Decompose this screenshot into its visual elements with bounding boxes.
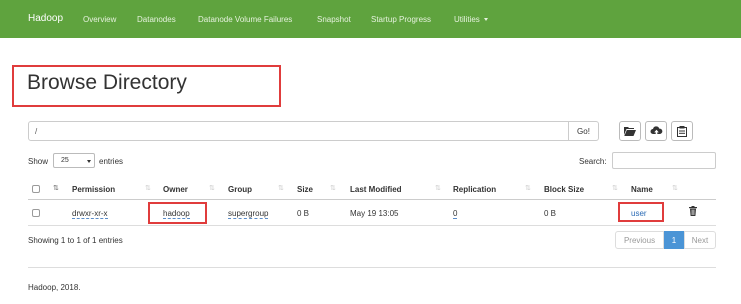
nav-utilities-dropdown[interactable]: Utilities [454, 15, 488, 24]
header-name[interactable]: Name [631, 185, 653, 194]
name-highlight-box [618, 202, 664, 222]
sort-icon: ⇅ [672, 185, 678, 192]
sort-icon: ⇅ [209, 185, 215, 192]
search-input[interactable] [612, 152, 716, 169]
nav-datanodes[interactable]: Datanodes [137, 15, 176, 24]
caret-down-icon [483, 18, 488, 22]
brand-link[interactable]: Hadoop [28, 13, 63, 24]
cell-replication[interactable]: 0 [453, 209, 458, 219]
table-info: Showing 1 to 1 of 1 entries [28, 236, 123, 245]
show-label: Show [28, 157, 49, 166]
footer-text: Hadoop, 2018. [28, 283, 81, 292]
sort-icon: ⇅ [525, 185, 531, 192]
entries-label: entries [99, 157, 124, 166]
header-block-size[interactable]: Block Size [544, 185, 584, 194]
sort-icon: ⇅ [145, 185, 151, 192]
nav-snapshot[interactable]: Snapshot [317, 15, 351, 24]
folder-open-icon [624, 127, 636, 136]
cell-group[interactable]: supergroup [228, 209, 269, 219]
page-title: Browse Directory [27, 71, 187, 94]
create-directory-button[interactable] [619, 121, 641, 141]
trash-icon [689, 206, 697, 216]
page-size-value: 25 [61, 157, 69, 164]
header-last-modified[interactable]: Last Modified [350, 185, 402, 194]
nav-utilities-label: Utilities [454, 15, 480, 24]
cut-paste-button[interactable] [671, 121, 693, 141]
sort-icon: ⇅ [330, 185, 336, 192]
go-button[interactable]: Go! [568, 121, 599, 141]
sort-icon: ⇅ [435, 185, 441, 192]
nav-startup-progress[interactable]: Startup Progress [371, 15, 431, 24]
cloud-upload-icon [650, 125, 662, 136]
header-replication[interactable]: Replication [453, 185, 496, 194]
sort-icon: ⇅ [612, 185, 618, 192]
path-input[interactable] [28, 121, 569, 141]
pagination-previous[interactable]: Previous [615, 231, 664, 249]
header-permission[interactable]: Permission [72, 185, 115, 194]
select-all-checkbox[interactable] [32, 185, 40, 193]
sort-icon: ⇅ [278, 185, 284, 192]
owner-highlight-box [148, 202, 207, 224]
search-label: Search: [579, 157, 607, 166]
cell-block-size: 0 B [544, 209, 557, 218]
pagination-page-1[interactable]: 1 [664, 231, 684, 249]
table-bottom-divider [28, 225, 716, 226]
delete-button[interactable] [689, 206, 697, 218]
select-arrow-icon [87, 160, 91, 163]
clipboard-icon [677, 125, 687, 137]
nav-overview[interactable]: Overview [83, 15, 116, 24]
cell-permission[interactable]: drwxr-xr-x [72, 209, 108, 219]
sort-icon[interactable]: ⇅ [53, 184, 59, 192]
table-header-divider [28, 199, 716, 200]
upload-button[interactable] [645, 121, 667, 141]
page-size-select[interactable]: 25 [53, 153, 95, 168]
top-navbar: Hadoop Overview Datanodes Datanode Volum… [0, 0, 741, 38]
footer-divider [28, 267, 716, 268]
cell-size: 0 B [297, 209, 310, 218]
row-checkbox[interactable] [32, 209, 40, 217]
nav-volume-failures[interactable]: Datanode Volume Failures [198, 15, 292, 24]
header-owner[interactable]: Owner [163, 185, 188, 194]
header-size[interactable]: Size [297, 185, 313, 194]
pagination-next[interactable]: Next [684, 231, 716, 249]
cell-last-modified: May 19 13:05 [350, 209, 399, 218]
header-group[interactable]: Group [228, 185, 252, 194]
